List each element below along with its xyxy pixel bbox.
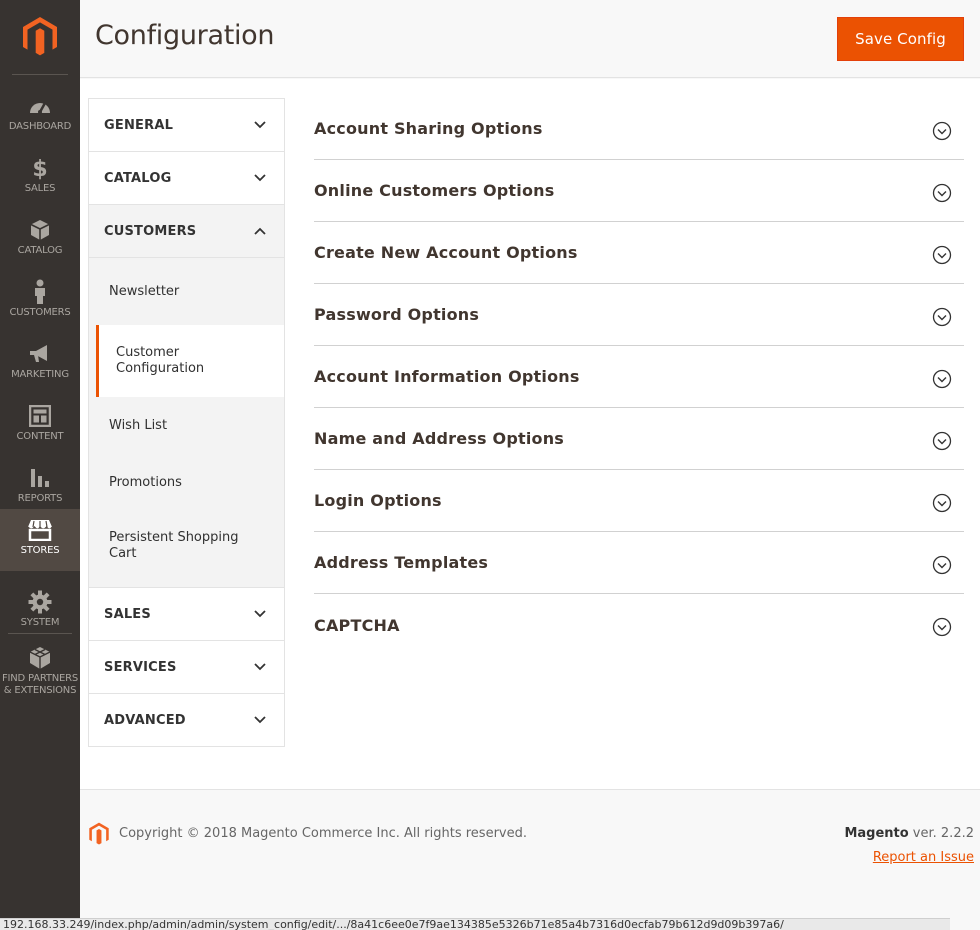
section-online-customers-options[interactable]: Online Customers Options — [314, 160, 964, 222]
nav-label: REPORTS — [17, 493, 63, 504]
nav-marketing[interactable]: MARKETING — [0, 333, 80, 395]
tab-label: CUSTOMERS — [104, 223, 197, 239]
section-title: Online Customers Options — [314, 181, 555, 200]
nav-label: DASHBOARD — [8, 121, 72, 132]
section-title: Name and Address Options — [314, 429, 565, 448]
nav-label: CONTENT — [16, 431, 64, 442]
bar-chart-icon — [27, 465, 53, 491]
expand-circle-icon — [932, 493, 952, 513]
nav-divider — [12, 74, 68, 75]
chevron-down-icon — [254, 661, 266, 673]
dashboard-icon — [27, 93, 53, 119]
section-title: Account Sharing Options — [314, 119, 543, 138]
expand-circle-icon — [932, 555, 952, 575]
section-password-options[interactable]: Password Options — [314, 284, 964, 346]
tab-label: SALES — [104, 606, 151, 622]
expand-circle-icon — [932, 617, 952, 637]
nav-content[interactable]: CONTENT — [0, 395, 80, 457]
nav-label: SYSTEM — [20, 617, 60, 628]
subitem-newsletter[interactable]: Newsletter — [89, 258, 284, 325]
brand-name: Magento — [844, 826, 909, 841]
person-icon — [27, 279, 53, 305]
chevron-down-icon — [254, 172, 266, 184]
chevron-down-icon — [254, 608, 266, 620]
nav-find-partners[interactable]: FIND PARTNERS & EXTENSIONS — [0, 637, 80, 699]
magento-logo[interactable] — [0, 0, 80, 74]
nav-dashboard[interactable]: DASHBOARD — [0, 85, 80, 147]
nav-label: MARKETING — [11, 369, 69, 380]
tab-services[interactable]: SERVICES — [89, 641, 284, 694]
tab-sales[interactable]: SALES — [89, 588, 284, 641]
expand-circle-icon — [932, 307, 952, 327]
section-title: Password Options — [314, 305, 480, 324]
svg-text:$: $ — [32, 157, 47, 180]
tab-catalog[interactable]: CATALOG — [89, 152, 284, 205]
nav-catalog[interactable]: CATALOG — [0, 209, 80, 271]
nav-stores[interactable]: STORES — [0, 509, 80, 571]
nav-label: CATALOG — [17, 245, 63, 256]
config-sections: Account Sharing Options Online Customers… — [314, 98, 964, 656]
version-number: ver. 2.2.2 — [908, 826, 974, 841]
save-config-button[interactable]: Save Config — [837, 17, 964, 61]
chevron-up-icon — [254, 225, 266, 237]
section-address-templates[interactable]: Address Templates — [314, 532, 964, 594]
storefront-icon — [27, 517, 53, 543]
browser-status-bar: 192.168.33.249/index.php/admin/admin/sys… — [0, 918, 950, 930]
tab-advanced[interactable]: ADVANCED — [89, 694, 284, 747]
layout-icon — [27, 403, 53, 429]
magento-logo-icon — [23, 17, 57, 56]
copyright-text: Copyright © 2018 Magento Commerce Inc. A… — [119, 826, 527, 841]
nav-label: FIND PARTNERS & EXTENSIONS — [1, 673, 79, 696]
dollar-icon: $ — [27, 155, 53, 181]
nav-customers[interactable]: CUSTOMERS — [0, 271, 80, 333]
section-account-sharing-options[interactable]: Account Sharing Options — [314, 98, 964, 160]
tab-label: CATALOG — [104, 170, 172, 186]
tab-general[interactable]: GENERAL — [89, 99, 284, 152]
blocks-icon — [27, 645, 53, 671]
tab-customers[interactable]: CUSTOMERS — [89, 205, 284, 258]
megaphone-icon — [27, 341, 53, 367]
magento-footer-logo-icon — [89, 822, 109, 845]
version-text: Magento ver. 2.2.2 — [844, 826, 974, 841]
nav-label: STORES — [20, 545, 60, 556]
tab-label: GENERAL — [104, 117, 174, 133]
nav-label: CUSTOMERS — [9, 307, 71, 318]
box-icon — [27, 217, 53, 243]
section-captcha[interactable]: CAPTCHA — [314, 594, 964, 656]
tab-label: SERVICES — [104, 659, 177, 675]
expand-circle-icon — [932, 369, 952, 389]
subitem-promotions[interactable]: Promotions — [89, 454, 284, 511]
report-issue-link[interactable]: Report an Issue — [873, 850, 974, 865]
section-create-new-account-options[interactable]: Create New Account Options — [314, 222, 964, 284]
expand-circle-icon — [932, 431, 952, 451]
customers-subitems: Newsletter Customer Configuration Wish L… — [89, 258, 284, 588]
page-header: Configuration Save Config — [80, 0, 980, 78]
subitem-customer-configuration[interactable]: Customer Configuration — [96, 325, 284, 397]
section-title: CAPTCHA — [314, 615, 400, 635]
gear-icon — [27, 589, 53, 615]
nav-sales[interactable]: $ SALES — [0, 147, 80, 209]
section-title: Address Templates — [314, 553, 489, 572]
section-account-information-options[interactable]: Account Information Options — [314, 346, 964, 408]
footer-divider — [80, 789, 980, 790]
config-tabs: GENERAL CATALOG CUSTOMERS Newsletter Cus… — [88, 98, 285, 747]
expand-circle-icon — [932, 245, 952, 265]
section-title: Account Information Options — [314, 367, 580, 386]
section-login-options[interactable]: Login Options — [314, 470, 964, 532]
admin-sidebar: DASHBOARD $ SALES CATALOG CUSTOMERS MARK… — [0, 0, 80, 930]
nav-divider — [8, 633, 72, 634]
section-name-and-address-options[interactable]: Name and Address Options — [314, 408, 964, 470]
section-title: Login Options — [314, 491, 442, 510]
tab-label: ADVANCED — [104, 712, 186, 728]
subitem-persistent-shopping-cart[interactable]: Persistent Shopping Cart — [89, 511, 284, 587]
expand-circle-icon — [932, 121, 952, 141]
chevron-down-icon — [254, 119, 266, 131]
chevron-down-icon — [254, 714, 266, 726]
nav-label: SALES — [24, 183, 56, 194]
page-title: Configuration — [95, 20, 275, 51]
section-title: Create New Account Options — [314, 243, 578, 262]
expand-circle-icon — [932, 183, 952, 203]
subitem-wish-list[interactable]: Wish List — [89, 397, 284, 454]
